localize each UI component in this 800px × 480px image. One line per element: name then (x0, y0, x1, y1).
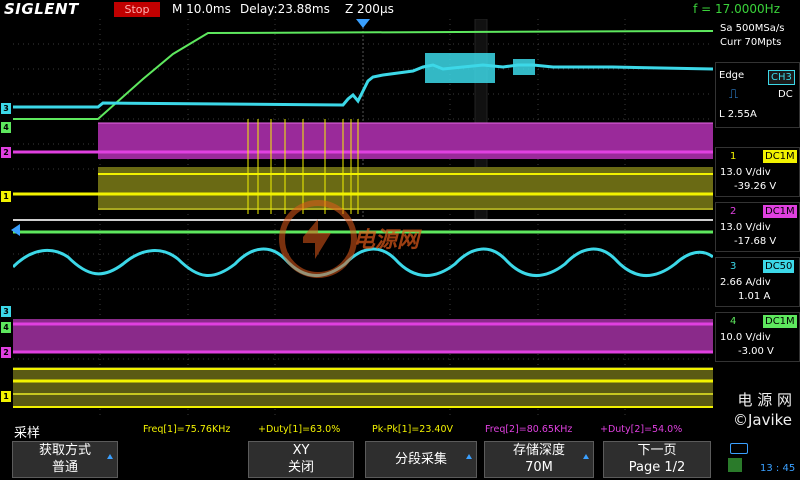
top-status-bar: SIGLENT Stop M 10.0ms Delay:23.88ms Z 20… (0, 0, 800, 19)
ch3-burst (425, 53, 535, 83)
ch1-scale: 13.0 V/div (720, 167, 771, 178)
zoom-pointer-icon (11, 224, 20, 236)
ch2-number: 2 (730, 206, 737, 217)
watermark-logo (279, 200, 357, 278)
softkey-acquire-mode-title: 获取方式 (38, 443, 91, 458)
softkey-segmented[interactable]: 分段采集 (365, 441, 477, 478)
ch2-coupling: DC1M (763, 205, 797, 218)
network-icon (728, 458, 742, 472)
softkey-bar: 获取方式 普通 XY 关闭 分段采集 存储深度 70M 下一页 Page 1/2 (0, 438, 715, 480)
ch4-number: 4 (730, 316, 737, 327)
softkey-xy-value: 关闭 (287, 460, 314, 475)
measurement-pkpk1: Pk-Pk[1]=23.40V (372, 424, 454, 435)
ch2-info[interactable]: 2 DC1M 13.0 V/div -17.68 V (715, 202, 800, 252)
chevron-up-icon (466, 454, 472, 459)
timebase-readout[interactable]: M 10.0ms (172, 2, 231, 16)
corner-watermark-cn: 电 源 网 (737, 391, 792, 409)
ch3-coupling: DC50 (763, 260, 795, 273)
ch1-offset: -39.26 V (734, 181, 777, 192)
measurement-duty1: +Duty[1]=63.0% (258, 424, 341, 435)
chevron-up-icon (107, 454, 113, 459)
measurement-freq1: Freq[1]=75.76KHz (143, 424, 231, 435)
chevron-up-icon (583, 454, 589, 459)
rising-edge-icon: ⎍ (729, 87, 739, 102)
clock-display: 13 : 45 (760, 463, 796, 474)
waveform-display[interactable]: 电源网 (13, 19, 713, 419)
trigger-source: CH3 (768, 70, 795, 85)
ch1-number: 1 (730, 151, 737, 162)
trigger-level: L 2.55A (719, 109, 757, 120)
ch4-scale: 10.0 V/div (720, 332, 771, 343)
softkey-memory-depth-value: 70M (525, 460, 553, 475)
corner-watermark-en: ©Javike (732, 411, 792, 429)
ch4-info[interactable]: 4 DC1M 10.0 V/div -3.00 V (715, 312, 800, 362)
softkey-next-page-value: Page 1/2 (628, 460, 686, 475)
softkey-next-page[interactable]: 下一页 Page 1/2 (603, 441, 711, 478)
run-stop-indicator[interactable]: Stop (114, 2, 160, 17)
brand-logo: SIGLENT (4, 0, 79, 18)
softkey-xy[interactable]: XY 关闭 (248, 441, 354, 478)
ch1-info[interactable]: 1 DC1M 13.0 V/div -39.26 V (715, 147, 800, 197)
ch3-zoom-marker[interactable]: 3 (1, 306, 11, 317)
right-info-panel: Sa 500MSa/s Curr 70Mpts Edge CH3 ⎍ DC L … (715, 19, 800, 439)
frequency-counter: f = 17.0000Hz (693, 2, 780, 16)
ch3-scale: 2.66 A/div (720, 277, 771, 288)
watermark-center-text: 电源网 (353, 228, 422, 253)
trigger-position-icon (356, 19, 370, 28)
ch4-zoom-marker[interactable]: 4 (1, 322, 11, 333)
softkey-segmented-title: 分段采集 (394, 452, 447, 467)
ch1-zoom-marker[interactable]: 1 (1, 391, 11, 402)
ch4-ground-marker[interactable]: 4 (1, 122, 11, 133)
softkey-memory-depth-title: 存储深度 (512, 443, 565, 458)
ch2-zoom-marker[interactable]: 2 (1, 347, 11, 358)
ch1-band-zoom (13, 367, 713, 407)
ch2-offset: -17.68 V (734, 236, 777, 247)
softkey-acquire-mode[interactable]: 获取方式 普通 (12, 441, 118, 478)
battery-icon (730, 443, 748, 454)
ch3-ground-marker[interactable]: 3 (1, 103, 11, 114)
softkey-xy-title: XY (292, 443, 310, 458)
softkey-acquire-mode-value: 普通 (51, 460, 78, 475)
ch2-band-main (98, 123, 713, 159)
ch3-info[interactable]: 3 DC50 2.66 A/div 1.01 A (715, 257, 800, 307)
softkey-memory-depth[interactable]: 存储深度 70M (484, 441, 594, 478)
memory-depth: Curr 70Mpts (720, 37, 782, 48)
ch1-ground-marker[interactable]: 1 (1, 191, 11, 202)
ch3-offset: 1.01 A (738, 291, 771, 302)
trigger-type: Edge (719, 70, 745, 81)
trigger-coupling: DC (778, 89, 793, 100)
trigger-box[interactable]: Edge CH3 ⎍ DC L 2.55A (715, 62, 800, 128)
ch2-ground-marker[interactable]: 2 (1, 147, 11, 158)
measurement-freq2: Freq[2]=80.65KHz (485, 424, 573, 435)
ch2-scale: 13.0 V/div (720, 222, 771, 233)
measurement-duty2: +Duty[2]=54.0% (600, 424, 683, 435)
ch4-offset: -3.00 V (738, 346, 774, 357)
softkey-next-page-title: 下一页 (637, 443, 677, 458)
sample-rate: Sa 500MSa/s (720, 23, 785, 34)
ch4-coupling: DC1M (763, 315, 797, 328)
ch3-number: 3 (730, 261, 737, 272)
zoom-readout[interactable]: Z 200µs (345, 2, 394, 16)
delay-readout[interactable]: Delay:23.88ms (240, 2, 330, 16)
ch3-trace-zoom (13, 247, 713, 277)
ch1-coupling: DC1M (763, 150, 797, 163)
